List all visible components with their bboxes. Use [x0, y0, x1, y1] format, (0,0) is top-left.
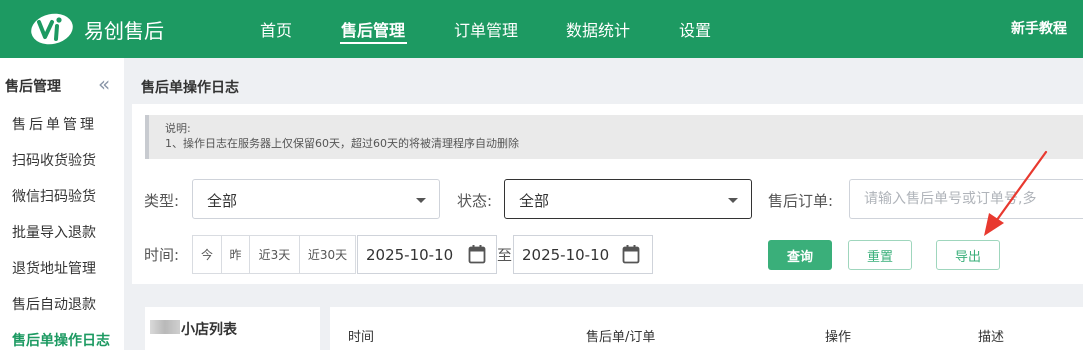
column-header-time: 时间 [348, 330, 375, 345]
shop-list-title: 小店列表 [181, 322, 237, 338]
nav-statistics[interactable]: 数据统计 [566, 17, 630, 41]
nav-active-indicator [340, 42, 407, 44]
nav-home[interactable]: 首页 [260, 17, 292, 41]
sidebar-item-operation-log[interactable]: 售后单操作日志 [12, 330, 110, 350]
blurred-shop-name [150, 320, 180, 334]
column-header-operation: 操作 [825, 330, 852, 345]
date-to-value: 2025-10-10 [522, 246, 610, 264]
sidebar-item-return-address[interactable]: 退货地址管理 [12, 258, 96, 278]
date-from-field[interactable]: 2025-10-10 [357, 235, 497, 274]
tutorial-link[interactable]: 新手教程 [1011, 18, 1067, 38]
column-header-description: 描述 [978, 330, 1005, 345]
calendar-icon[interactable] [622, 244, 640, 264]
order-label: 售后订单: [768, 192, 834, 210]
range-3days-button[interactable]: 近3天 [249, 235, 300, 274]
caret-down-icon [416, 198, 426, 203]
time-label: 时间: [144, 246, 180, 264]
sidebar-title: 售后管理 [5, 79, 61, 95]
sidebar-item-auto-refund[interactable]: 售后自动退款 [12, 294, 96, 314]
sidebar-item-wechat-scan[interactable]: 微信扫码验货 [12, 186, 96, 206]
type-label: 类型: [144, 192, 180, 210]
reset-button[interactable]: 重置 [848, 240, 912, 270]
app-logo-icon [31, 13, 73, 45]
export-button[interactable]: 导出 [936, 240, 1000, 270]
status-label: 状态: [457, 192, 493, 210]
date-from-value: 2025-10-10 [366, 246, 454, 264]
range-yesterday-button[interactable]: 昨 [221, 235, 250, 274]
nav-after-sales[interactable]: 售后管理 [341, 17, 405, 41]
notice-text: 1、操作日志在服务器上仅保留60天，超过60天的将被清理程序自动删除 [165, 137, 519, 150]
sidebar: 售后管理 « 售后单管理 扫码收货验货 微信扫码验货 批量导入退款 退货地址管理… [0, 58, 124, 350]
double-chevron-left-icon[interactable]: « [98, 72, 110, 96]
nav-settings[interactable]: 设置 [679, 17, 711, 41]
type-select-value: 全部 [207, 192, 238, 210]
sidebar-item-batch-refund[interactable]: 批量导入退款 [12, 222, 96, 242]
status-select[interactable]: 全部 [504, 179, 752, 219]
log-table [330, 307, 1083, 350]
date-range-separator: 至 [497, 246, 513, 264]
notice-box: 说明: 1、操作日志在服务器上仅保留60天，超过60天的将被清理程序自动删除 [145, 115, 1083, 159]
top-navbar: 易创售后 首页 售后管理 订单管理 数据统计 设置 新手教程 [0, 0, 1083, 58]
range-today-button[interactable]: 今 [192, 235, 222, 274]
status-select-value: 全部 [519, 192, 550, 210]
query-button[interactable]: 查询 [768, 240, 832, 270]
page-title: 售后单操作日志 [141, 80, 239, 96]
range-30days-button[interactable]: 近30天 [299, 235, 356, 274]
brand-name: 易创售后 [84, 19, 164, 43]
column-header-order: 售后单/订单 [586, 330, 656, 345]
nav-orders[interactable]: 订单管理 [454, 17, 518, 41]
notice-heading: 说明: [165, 122, 191, 135]
sidebar-item-after-sales-orders[interactable]: 售后单管理 [12, 114, 97, 134]
caret-down-icon [728, 198, 738, 203]
calendar-icon[interactable] [468, 244, 486, 264]
red-arrow-annotation-icon [984, 150, 1048, 236]
sidebar-item-scan-receive[interactable]: 扫码收货验货 [12, 150, 96, 170]
type-select[interactable]: 全部 [192, 179, 440, 219]
date-to-field[interactable]: 2025-10-10 [513, 235, 653, 274]
